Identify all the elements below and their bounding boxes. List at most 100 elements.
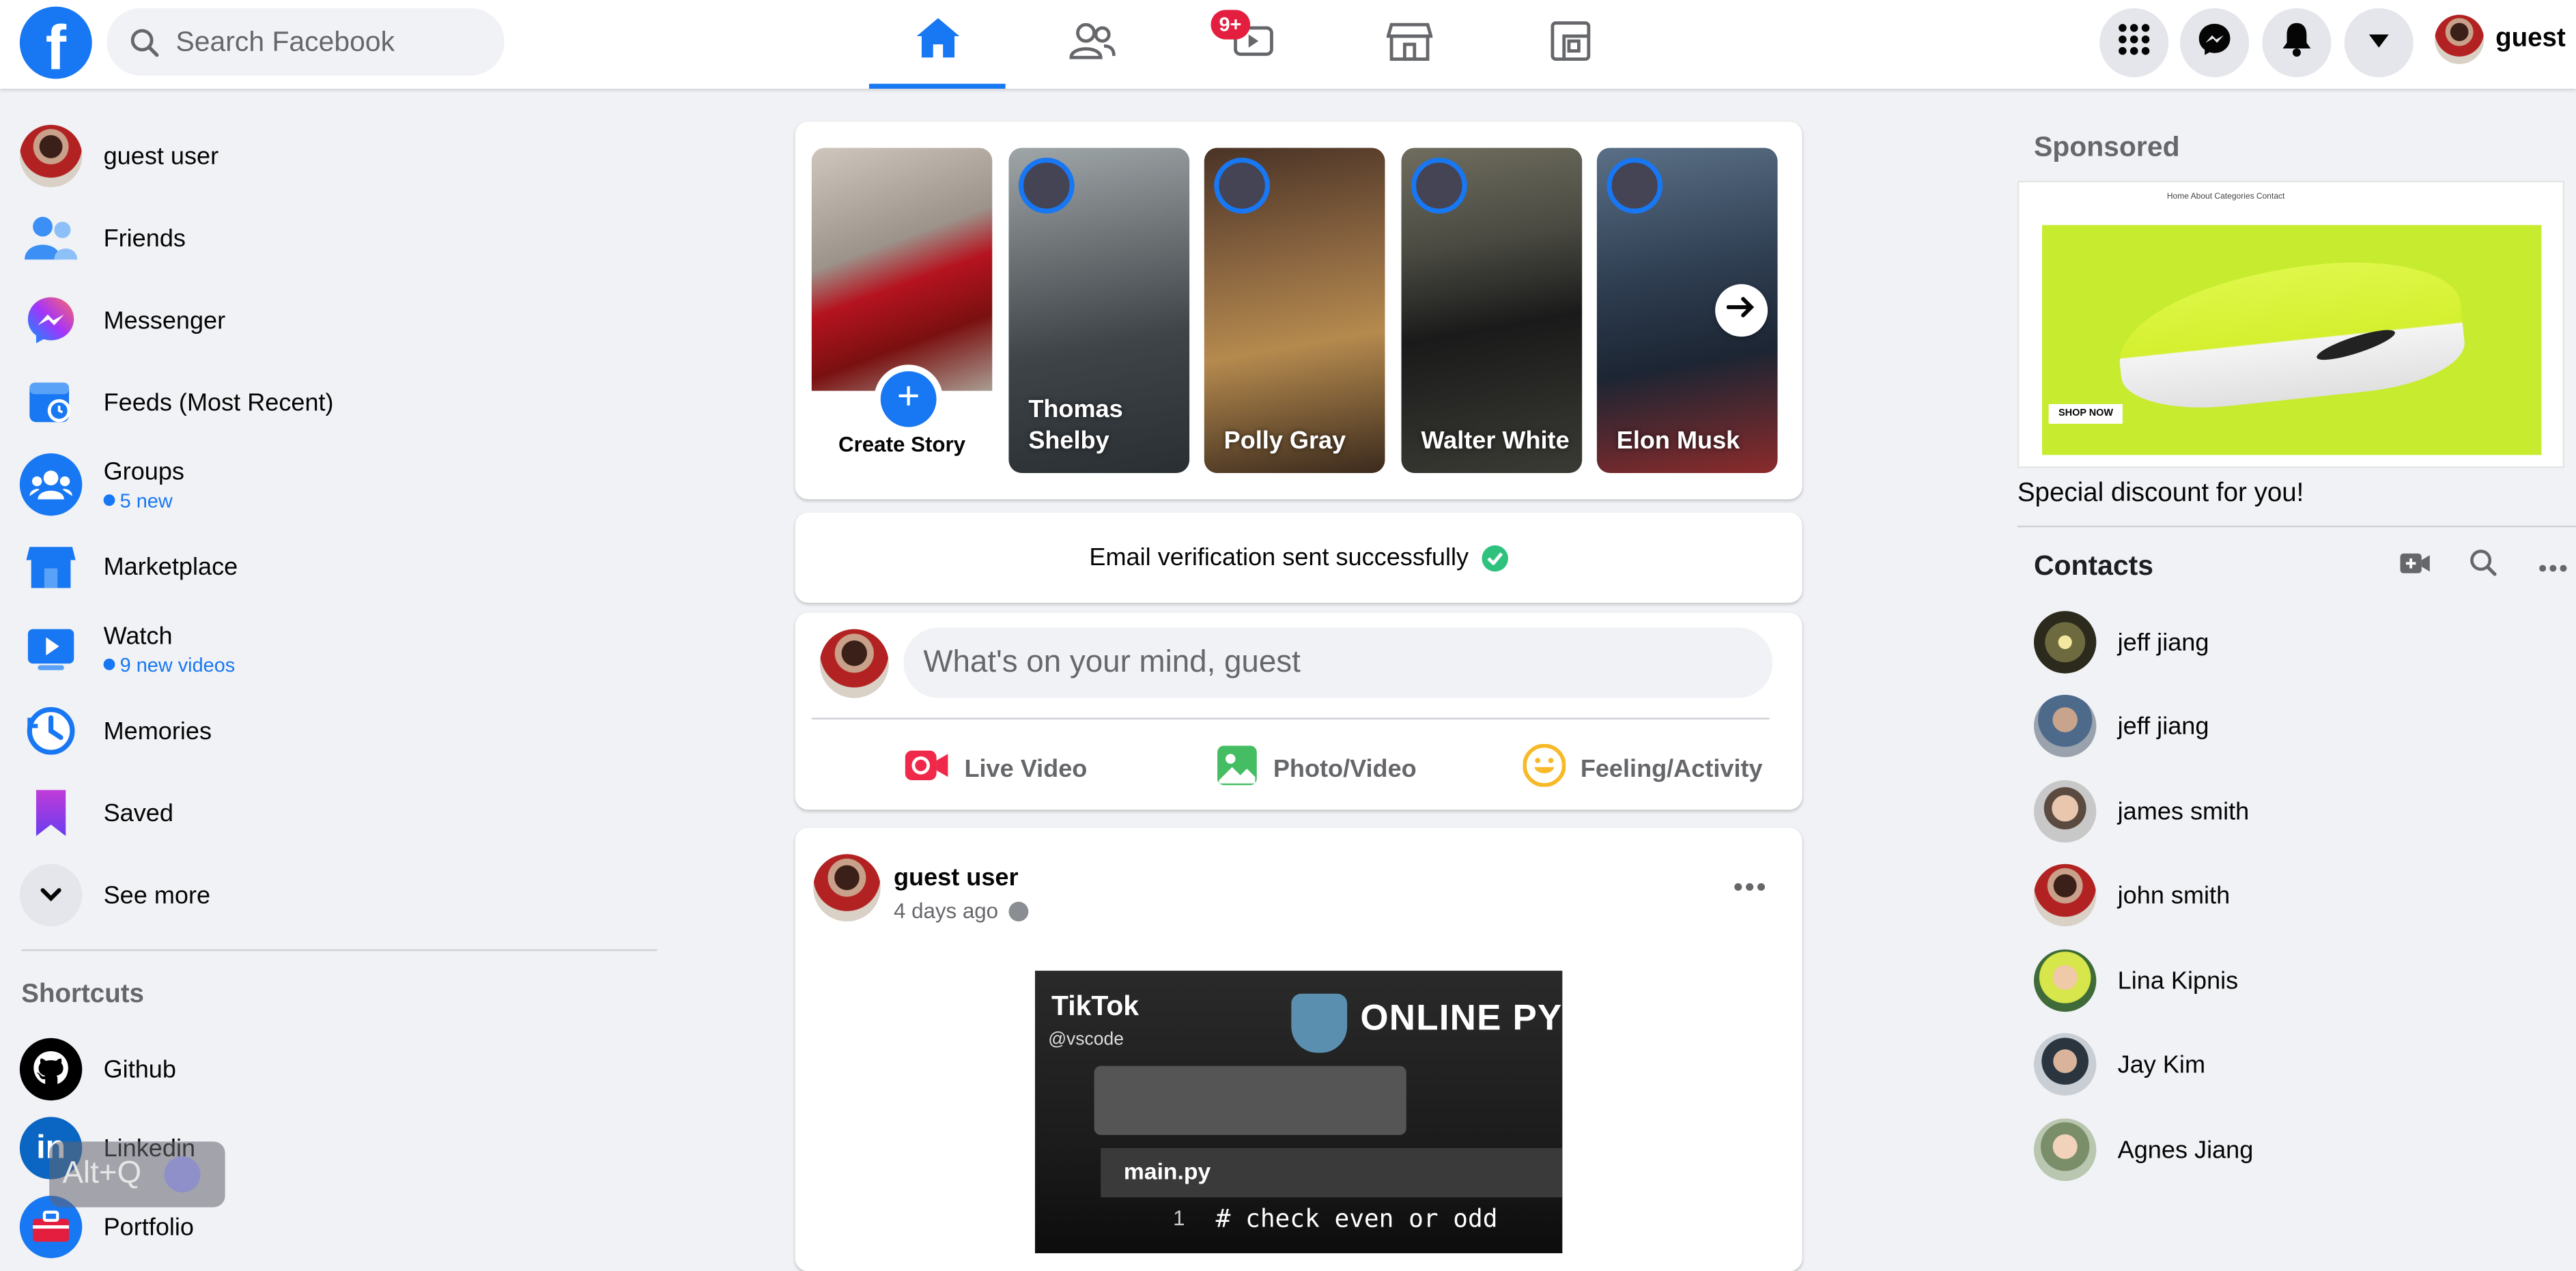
stories-next-button[interactable] — [1715, 284, 1768, 337]
feed-post: guest user 4 days ago TikTok @vscode ONL… — [795, 827, 1802, 1271]
tab-marketplace[interactable] — [1341, 0, 1477, 89]
sidebar-item-label: Github — [103, 1055, 176, 1083]
contact-item[interactable]: jeff jiang — [2033, 610, 2560, 675]
sidebar-item-profile[interactable]: guest user — [19, 120, 660, 192]
tab-watch[interactable] — [1183, 0, 1320, 89]
search-input[interactable] — [172, 23, 475, 60]
contacts-options-button[interactable] — [2533, 550, 2573, 583]
story-author: Walter White — [1421, 427, 1570, 455]
story-card[interactable]: Walter White — [1401, 147, 1583, 473]
bookmark-icon — [20, 782, 82, 844]
new-room-button[interactable] — [2395, 550, 2435, 583]
account-menu-button[interactable] — [2344, 8, 2414, 78]
sidebar-item-saved[interactable]: Saved — [20, 777, 660, 849]
story-photo — [811, 147, 993, 391]
tab-home[interactable] — [868, 0, 1006, 89]
shortcut-github[interactable]: Github — [19, 1033, 660, 1106]
contact-item[interactable]: Jay Kim — [2033, 1031, 2560, 1097]
profile-shortcut[interactable]: guest — [2435, 14, 2566, 64]
sidebar-item-feeds[interactable]: Feeds (Most Recent) — [20, 367, 660, 439]
sidebar-item-memories[interactable]: Memories — [20, 695, 660, 767]
avatar — [2033, 1118, 2097, 1182]
gaming-icon — [1548, 19, 1591, 70]
sidebar-item-watch[interactable]: Watch 9 new videos — [20, 613, 660, 685]
groups-icon — [19, 453, 83, 516]
menu-button[interactable] — [2099, 8, 2169, 78]
search-contacts-button[interactable] — [2463, 549, 2502, 585]
stories-card: + Create Story Thomas Shelby Polly Gray … — [795, 122, 1802, 500]
unread-dot — [103, 494, 115, 506]
sponsored-heading: Sponsored — [2033, 131, 2180, 163]
sidebar-divider — [21, 949, 657, 952]
post-author[interactable]: guest user — [894, 864, 1019, 892]
contact-item[interactable]: john smith — [2033, 862, 2560, 928]
tab-friends[interactable] — [1023, 0, 1160, 89]
avatar — [2033, 863, 2097, 927]
search-bar[interactable] — [107, 8, 505, 76]
facebook-app: f 9+ — [0, 0, 2576, 1271]
sidebar-item-marketplace[interactable]: Marketplace — [20, 530, 660, 603]
avatar — [19, 124, 83, 188]
home-icon — [914, 16, 960, 68]
facebook-logo[interactable]: f — [19, 6, 92, 79]
sponsored-ad[interactable]: Home About Categories Contact SHOP NOW — [2017, 180, 2565, 468]
sidebar-item-groups[interactable]: Groups 5 new — [19, 448, 660, 521]
contact-item[interactable]: james smith — [2033, 779, 2560, 844]
sidebar-item-label: Memories — [103, 717, 212, 745]
contact-item[interactable]: jeff jiang — [2033, 693, 2560, 758]
sidebar-item-friends[interactable]: Friends — [20, 202, 660, 274]
composer-input-wrap[interactable] — [903, 627, 1773, 698]
avatar — [2033, 611, 2097, 674]
tab-gaming[interactable] — [1501, 0, 1638, 89]
shield-icon — [1291, 993, 1348, 1053]
sidebar-item-text: Watch 9 new videos — [103, 622, 236, 676]
new-count-text: 9 new videos — [119, 653, 236, 676]
story-avatar — [1018, 158, 1075, 214]
arrow-right-icon — [1726, 295, 1756, 326]
messenger-button[interactable] — [2180, 8, 2250, 78]
sidebar-item-messenger[interactable]: Messenger — [20, 284, 660, 356]
sidebar-item-label: See more — [103, 881, 211, 909]
story-card[interactable]: Thomas Shelby — [1008, 147, 1190, 473]
story-avatar — [1607, 158, 1663, 214]
new-count-text: 5 new — [119, 488, 173, 512]
video-banner-text: ONLINE PYT — [1360, 997, 1563, 1038]
hotkey-overlay[interactable]: Alt+Q — [49, 1141, 225, 1208]
avatar — [819, 629, 889, 698]
line-number: 1 — [1173, 1205, 1185, 1231]
avatar — [2033, 780, 2097, 843]
profile-name: guest — [2495, 25, 2566, 53]
email-verification-notice: Email verification sent successfully — [795, 512, 1802, 603]
live-video-button[interactable]: Live Video — [889, 744, 1087, 793]
photo-video-button[interactable]: Photo/Video — [1201, 744, 1417, 793]
live-video-icon — [903, 747, 949, 790]
avatar — [2033, 1033, 2097, 1096]
sidebar-item-text: Groups 5 new — [103, 457, 184, 512]
create-story-label: Create Story — [838, 431, 966, 457]
contact-item[interactable]: Lina Kipnis — [2033, 947, 2560, 1013]
search-icon — [2468, 549, 2496, 585]
feeling-activity-button[interactable]: Feeling/Activity — [1508, 743, 1763, 793]
memories-icon — [20, 700, 82, 762]
post-options-button[interactable] — [1725, 861, 1774, 910]
post-video[interactable]: TikTok @vscode ONLINE PYT main.py 1 # ch… — [1034, 971, 1563, 1253]
right-divider — [2017, 526, 2576, 528]
plus-icon[interactable]: + — [874, 365, 944, 434]
post-timestamp[interactable]: 4 days ago — [894, 898, 998, 923]
notifications-button[interactable] — [2262, 8, 2332, 78]
story-card[interactable]: Polly Gray — [1204, 147, 1385, 473]
create-story-card[interactable]: + Create Story — [811, 147, 993, 473]
composer-input[interactable] — [920, 643, 1749, 683]
watch-icon — [20, 618, 82, 680]
ad-cta[interactable]: SHOP NOW — [2048, 403, 2123, 424]
ad-caption[interactable]: Special discount for you! — [2018, 480, 2304, 509]
post-meta: 4 days ago — [894, 898, 1028, 923]
marketplace-icon — [1385, 19, 1432, 70]
globe-icon — [1008, 900, 1028, 921]
more-dots-icon — [2538, 552, 2568, 582]
story-avatar — [1214, 158, 1271, 214]
contact-item[interactable]: Agnes Jiang — [2033, 1117, 2560, 1182]
avatar[interactable] — [813, 854, 881, 922]
story-author: Polly Gray — [1223, 427, 1346, 455]
see-more-button[interactable]: See more — [19, 859, 660, 931]
